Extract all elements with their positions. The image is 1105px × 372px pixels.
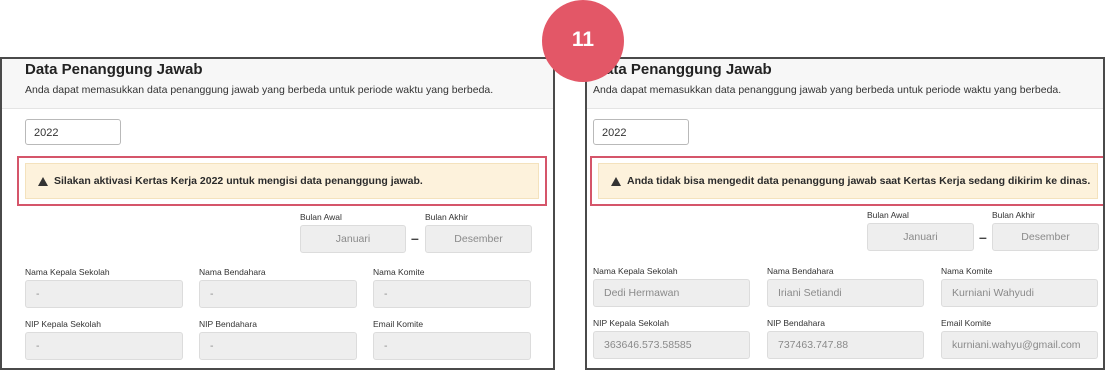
- nip-kepala-sekolah-label: NIP Kepala Sekolah: [593, 318, 669, 328]
- nip-bendahara-label: NIP Bendahara: [767, 318, 825, 328]
- warning-alert: Silakan aktivasi Kertas Kerja 2022 untuk…: [25, 163, 539, 199]
- alert-highlight: Silakan aktivasi Kertas Kerja 2022 untuk…: [17, 156, 547, 206]
- bulan-akhir-label: Bulan Akhir: [425, 212, 468, 222]
- nama-kepala-sekolah-label: Nama Kepala Sekolah: [593, 266, 678, 276]
- warning-alert: Anda tidak bisa mengedit data penanggung…: [598, 163, 1098, 199]
- nip-kepala-sekolah-label: NIP Kepala Sekolah: [25, 319, 101, 329]
- nama-komite-label: Nama Komite: [941, 266, 993, 276]
- nama-kepala-sekolah-label: Nama Kepala Sekolah: [25, 267, 110, 277]
- right-panel: ata Penanggung Jawab Anda dapat memasukk…: [585, 57, 1105, 370]
- nip-bendahara-field[interactable]: 737463.747.88: [767, 331, 924, 359]
- panel-title: Data Penanggung Jawab: [25, 61, 203, 78]
- year-select[interactable]: 2022: [593, 119, 689, 145]
- email-komite-label: Email Komite: [941, 318, 992, 328]
- alert-text: Silakan aktivasi Kertas Kerja 2022 untuk…: [54, 175, 423, 187]
- bulan-awal-select[interactable]: Januari: [867, 223, 974, 251]
- nama-bendahara-label: Nama Bendahara: [199, 267, 266, 277]
- panel-header: Data Penanggung Jawab Anda dapat memasuk…: [2, 59, 553, 109]
- nama-kepala-sekolah-field[interactable]: -: [25, 280, 183, 308]
- bulan-akhir-select[interactable]: Desember: [425, 225, 532, 253]
- nama-bendahara-label: Nama Bendahara: [767, 266, 834, 276]
- warning-icon: [611, 176, 621, 186]
- left-panel: Data Penanggung Jawab Anda dapat memasuk…: [0, 57, 555, 370]
- warning-icon: [38, 176, 48, 186]
- nip-bendahara-field[interactable]: -: [199, 332, 357, 360]
- bulan-awal-label: Bulan Awal: [867, 210, 909, 220]
- step-number-badge: 11: [542, 0, 624, 82]
- nip-kepala-sekolah-field[interactable]: -: [25, 332, 183, 360]
- nip-kepala-sekolah-field[interactable]: 363646.573.58585: [593, 331, 750, 359]
- nama-komite-field[interactable]: -: [373, 280, 531, 308]
- nama-bendahara-field[interactable]: Iriani Setiandi: [767, 279, 924, 307]
- alert-text: Anda tidak bisa mengedit data penanggung…: [627, 175, 1091, 187]
- nama-komite-label: Nama Komite: [373, 267, 425, 277]
- email-komite-field[interactable]: kurniani.wahyu@gmail.com: [941, 331, 1098, 359]
- range-separator: –: [411, 230, 419, 246]
- nama-bendahara-field[interactable]: -: [199, 280, 357, 308]
- nip-bendahara-label: NIP Bendahara: [199, 319, 257, 329]
- alert-highlight: Anda tidak bisa mengedit data penanggung…: [590, 156, 1103, 206]
- nama-kepala-sekolah-field[interactable]: Dedi Hermawan: [593, 279, 750, 307]
- panel-description: Anda dapat memasukkan data penanggung ja…: [593, 84, 1062, 96]
- bulan-akhir-select[interactable]: Desember: [992, 223, 1099, 251]
- bulan-awal-label: Bulan Awal: [300, 212, 342, 222]
- range-separator: –: [979, 229, 987, 245]
- email-komite-label: Email Komite: [373, 319, 424, 329]
- email-komite-field[interactable]: -: [373, 332, 531, 360]
- nama-komite-field[interactable]: Kurniani Wahyudi: [941, 279, 1098, 307]
- bulan-awal-select[interactable]: Januari: [300, 225, 406, 253]
- panel-title: ata Penanggung Jawab: [605, 61, 772, 78]
- bulan-akhir-label: Bulan Akhir: [992, 210, 1035, 220]
- year-select[interactable]: 2022: [25, 119, 121, 145]
- panel-description: Anda dapat memasukkan data penanggung ja…: [25, 84, 494, 96]
- panel-header: ata Penanggung Jawab Anda dapat memasukk…: [587, 59, 1103, 109]
